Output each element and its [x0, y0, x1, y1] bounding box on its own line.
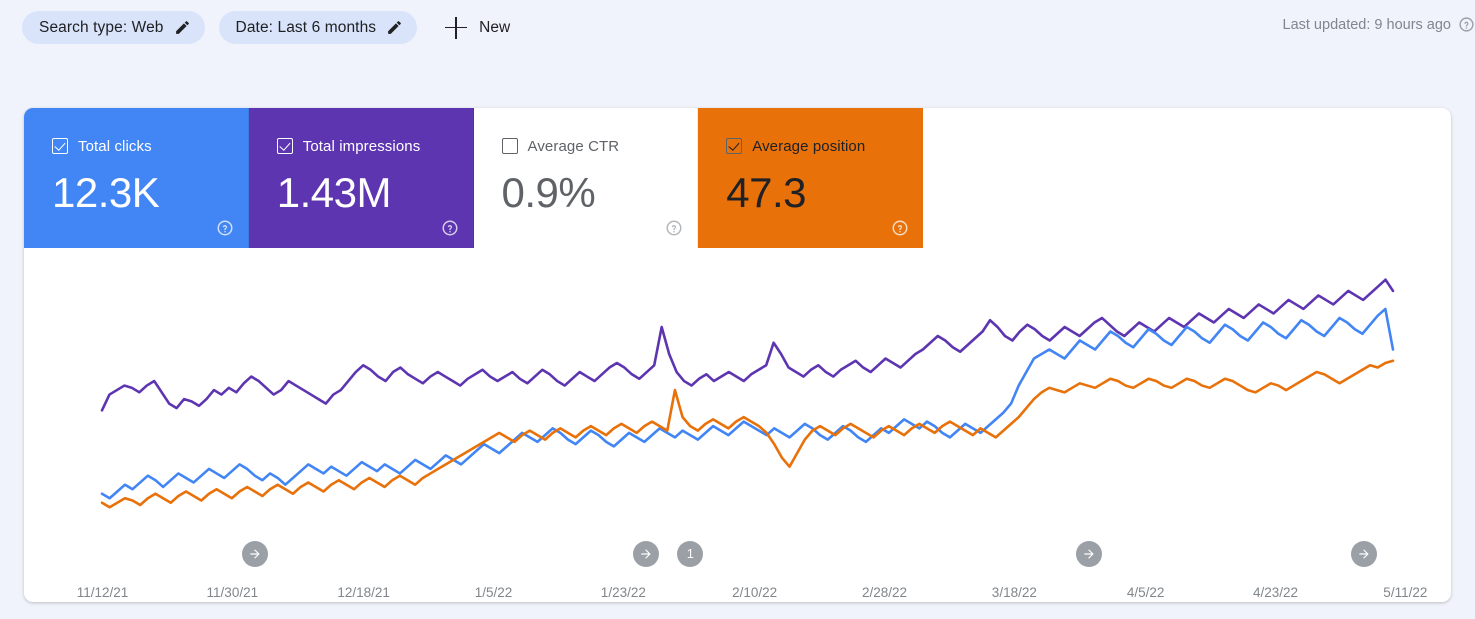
x-axis-tick-label: 4/23/22 [1252, 585, 1298, 600]
chart-plot [100, 278, 1395, 509]
series-line-total-impressions [100, 278, 1395, 412]
help-circle-icon[interactable] [441, 219, 459, 237]
last-updated: Last updated: 9 hours ago [1283, 16, 1475, 33]
series-line-average-position [100, 359, 1395, 509]
arrow-right-icon [639, 547, 653, 561]
metric-checkbox-total-impressions[interactable] [276, 138, 293, 154]
metric-label-average-ctr: Average CTR [527, 137, 620, 155]
x-axis-tick-label: 2/28/22 [861, 585, 907, 600]
x-axis-tick-label: 11/30/21 [206, 585, 259, 600]
x-axis-tick-label: 4/5/22 [1126, 585, 1165, 600]
metric-checkbox-average-position[interactable] [726, 138, 743, 154]
filter-chip-search-type[interactable]: Search type: Web [22, 11, 205, 44]
metric-cards: Total clicks 12.3K Total impressions 1.4… [24, 108, 923, 248]
annotation-count-badge[interactable]: 1 [677, 541, 704, 567]
metric-value-average-ctr: 0.9% [501, 169, 596, 216]
help-circle-icon[interactable] [216, 219, 234, 237]
series-paths [100, 278, 1395, 509]
metric-card-average-ctr[interactable]: Average CTR 0.9% [473, 108, 699, 248]
x-axis-tick-label: 1/23/22 [600, 585, 646, 600]
metric-header: Average CTR [501, 136, 698, 156]
x-axis-tick-label: 12/18/21 [337, 585, 390, 600]
arrow-right-icon [1082, 547, 1096, 561]
filter-chip-date-label: Date: Last 6 months [235, 18, 377, 36]
metric-checkbox-average-ctr[interactable] [501, 138, 518, 154]
metric-label-total-impressions: Total impressions [302, 137, 421, 155]
pencil-icon[interactable] [174, 19, 191, 36]
x-axis-tick-label: 11/12/21 [76, 585, 129, 600]
metric-checkbox-total-clicks[interactable] [52, 138, 68, 154]
metric-value-average-position: 47.3 [726, 169, 806, 216]
help-circle-icon[interactable] [1458, 16, 1475, 33]
help-circle-icon[interactable] [891, 219, 909, 237]
series-line-total-clicks [100, 307, 1395, 500]
annotation-marker-2[interactable] [633, 541, 660, 567]
help-circle-icon[interactable] [665, 219, 683, 237]
metric-label-total-clicks: Total clicks [78, 137, 152, 155]
filter-chip-search-type-label: Search type: Web [39, 18, 164, 36]
new-filter-button[interactable]: New [441, 11, 520, 44]
performance-chart[interactable]: 1 11/12/21 11/30/21 12/18/21 1/5/22 1/23/22 2… [24, 248, 1451, 602]
filter-chip-date[interactable]: Date: Last 6 months [218, 11, 418, 44]
pencil-icon[interactable] [386, 19, 403, 36]
new-filter-label: New [479, 18, 511, 36]
metric-header: Average position [726, 136, 923, 156]
annotation-marker-1[interactable] [242, 541, 269, 567]
annotation-count-label: 1 [686, 547, 694, 561]
metric-card-average-position[interactable]: Average position 47.3 [698, 108, 923, 248]
x-axis-tick-label: 3/18/22 [991, 585, 1037, 600]
metric-header: Total impressions [276, 136, 473, 156]
performance-panel: Total clicks 12.3K Total impressions 1.4… [24, 108, 1451, 602]
plus-icon [445, 16, 468, 39]
metric-header: Total clicks [52, 136, 248, 156]
metric-value-total-clicks: 12.3K [52, 169, 160, 216]
x-axis-tick-label: 1/5/22 [474, 585, 513, 600]
annotation-marker-4[interactable] [1350, 541, 1377, 567]
metric-value-total-impressions: 1.43M [276, 169, 392, 216]
x-axis-tick-label: 5/11/22 [1383, 585, 1428, 600]
metric-card-total-clicks[interactable]: Total clicks 12.3K [24, 108, 249, 248]
arrow-right-icon [1357, 547, 1371, 561]
annotation-marker-3[interactable] [1075, 541, 1102, 567]
arrow-right-icon [248, 547, 262, 561]
x-axis-tick-label: 2/10/22 [732, 585, 778, 600]
filter-bar: Search type: Web Date: Last 6 months New… [0, 0, 1475, 55]
metric-label-average-position: Average position [752, 137, 866, 155]
metric-card-total-impressions[interactable]: Total impressions 1.43M [248, 108, 474, 248]
chart-x-axis: 11/12/21 11/30/21 12/18/21 1/5/22 1/23/22 2/1… [24, 585, 1451, 602]
last-updated-text: Last updated: 9 hours ago [1282, 16, 1452, 33]
